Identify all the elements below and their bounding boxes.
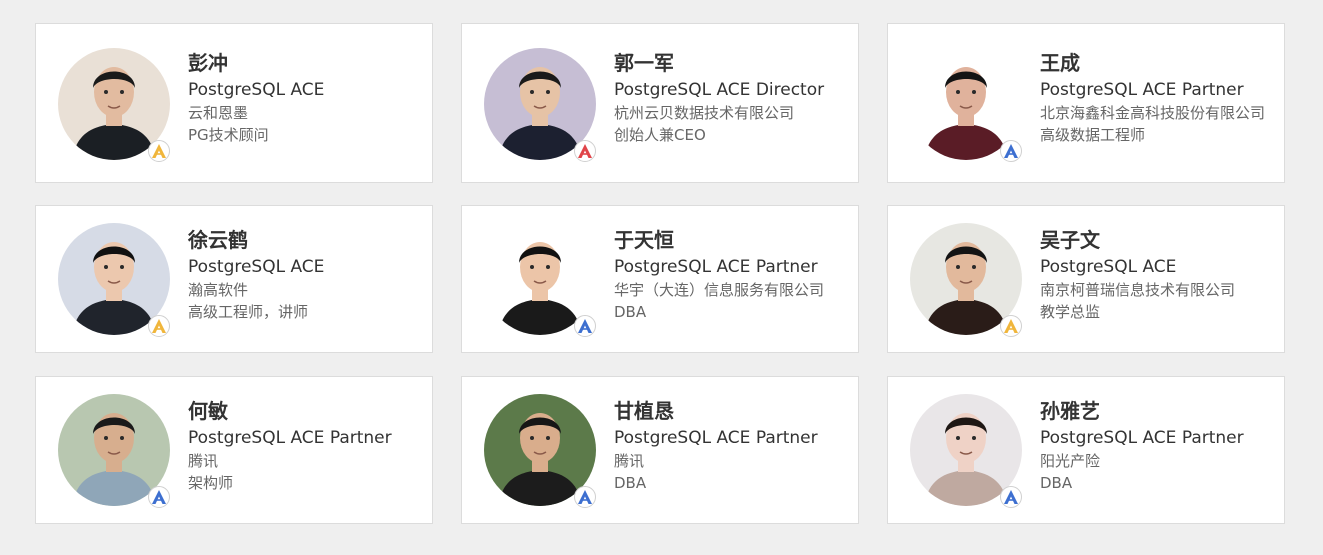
ace-badge-icon [574,140,596,162]
member-ace-title: PostgreSQL ACE Partner [614,428,818,448]
member-name: 何敏 [188,399,228,423]
ace-badge-icon [1000,486,1022,508]
member-company: 华宇（大连）信息服务有限公司 [614,281,825,299]
member-company: 瀚高软件 [188,281,249,299]
avatar-wrap [910,48,1024,162]
member-ace-title: PostgreSQL ACE [188,80,325,100]
member-name: 于天恒 [614,228,674,252]
member-role: DBA [1040,474,1073,492]
member-card[interactable]: 吴子文 PostgreSQL ACE 南京柯普瑞信息技术有限公司 教学总监 [887,205,1285,353]
member-role: 高级工程师，讲师 [188,303,309,321]
member-name: 王成 [1040,51,1080,75]
member-card[interactable]: 孙雅艺 PostgreSQL ACE Partner 阳光产险 DBA [887,376,1285,524]
member-company: 南京柯普瑞信息技术有限公司 [1040,281,1236,299]
ace-badge-icon [148,315,170,337]
member-ace-title: PostgreSQL ACE [188,257,325,277]
member-info: 郭一军 PostgreSQL ACE Director 杭州云贝数据技术有限公司… [614,49,850,146]
member-role: 创始人兼CEO [614,126,706,144]
member-company: 云和恩墨 [188,104,249,122]
member-name: 郭一军 [614,51,674,75]
member-role: DBA [614,303,647,321]
member-ace-title: PostgreSQL ACE Director [614,80,825,100]
member-card[interactable]: 郭一军 PostgreSQL ACE Director 杭州云贝数据技术有限公司… [461,23,859,183]
avatar-wrap [484,48,598,162]
member-role: 架构师 [188,474,234,492]
member-name: 吴子文 [1040,228,1100,252]
member-card[interactable]: 徐云鹤 PostgreSQL ACE 瀚高软件 高级工程师，讲师 [35,205,433,353]
member-card[interactable]: 何敏 PostgreSQL ACE Partner 腾讯 架构师 [35,376,433,524]
ace-badge-icon [148,486,170,508]
member-ace-title: PostgreSQL ACE Partner [614,257,818,277]
member-ace-title: PostgreSQL ACE Partner [1040,80,1244,100]
member-info: 彭冲 PostgreSQL ACE 云和恩墨 PG技术顾问 [188,49,424,146]
member-info: 吴子文 PostgreSQL ACE 南京柯普瑞信息技术有限公司 教学总监 [1040,226,1276,323]
member-info: 甘植恳 PostgreSQL ACE Partner 腾讯 DBA [614,397,850,494]
avatar-wrap [910,223,1024,337]
member-ace-title: PostgreSQL ACE Partner [188,428,392,448]
member-role: PG技术顾问 [188,126,269,144]
member-company: 杭州云贝数据技术有限公司 [614,104,795,122]
member-company: 腾讯 [188,452,219,470]
avatar-wrap [910,394,1024,508]
member-name: 彭冲 [188,51,228,75]
member-info: 于天恒 PostgreSQL ACE Partner 华宇（大连）信息服务有限公… [614,226,850,323]
member-company: 阳光产险 [1040,452,1101,470]
member-info: 王成 PostgreSQL ACE Partner 北京海鑫科金高科技股份有限公… [1040,49,1276,146]
member-card[interactable]: 于天恒 PostgreSQL ACE Partner 华宇（大连）信息服务有限公… [461,205,859,353]
member-card[interactable]: 王成 PostgreSQL ACE Partner 北京海鑫科金高科技股份有限公… [887,23,1285,183]
member-role: 教学总监 [1040,303,1101,321]
ace-badge-icon [148,140,170,162]
member-name: 孙雅艺 [1040,399,1100,423]
member-card[interactable]: 甘植恳 PostgreSQL ACE Partner 腾讯 DBA [461,376,859,524]
ace-badge-icon [1000,315,1022,337]
member-name: 甘植恳 [614,399,674,423]
avatar-wrap [58,394,172,508]
member-card[interactable]: 彭冲 PostgreSQL ACE 云和恩墨 PG技术顾问 [35,23,433,183]
member-info: 何敏 PostgreSQL ACE Partner 腾讯 架构师 [188,397,424,494]
ace-badge-icon [574,315,596,337]
avatar-wrap [484,223,598,337]
avatar-wrap [484,394,598,508]
member-company: 北京海鑫科金高科技股份有限公司 [1040,104,1266,122]
avatar-wrap [58,48,172,162]
member-company: 腾讯 [614,452,645,470]
member-role: DBA [614,474,647,492]
member-ace-title: PostgreSQL ACE Partner [1040,428,1244,448]
ace-member-grid: 彭冲 PostgreSQL ACE 云和恩墨 PG技术顾问 郭一军 Postgr… [0,0,1323,555]
member-info: 孙雅艺 PostgreSQL ACE Partner 阳光产险 DBA [1040,397,1276,494]
member-name: 徐云鹤 [188,228,248,252]
member-ace-title: PostgreSQL ACE [1040,257,1177,277]
member-role: 高级数据工程师 [1040,126,1146,144]
avatar-wrap [58,223,172,337]
ace-badge-icon [574,486,596,508]
ace-badge-icon [1000,140,1022,162]
member-info: 徐云鹤 PostgreSQL ACE 瀚高软件 高级工程师，讲师 [188,226,424,323]
